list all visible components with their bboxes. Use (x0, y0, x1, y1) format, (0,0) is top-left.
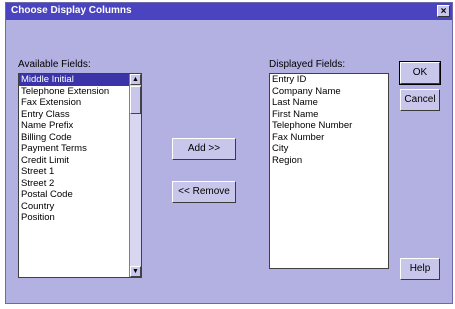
list-item[interactable]: Fax Extension (19, 97, 141, 109)
available-fields-label: Available Fields: (18, 59, 91, 70)
list-item[interactable]: First Name (270, 109, 388, 121)
choose-display-columns-dialog: Choose Display Columns × Available Field… (5, 2, 453, 304)
list-item[interactable]: Position (19, 212, 141, 224)
list-item[interactable]: Fax Number (270, 132, 388, 144)
add-button[interactable]: Add >> (172, 138, 236, 160)
list-item[interactable]: Street 2 (19, 178, 141, 190)
scroll-up-button[interactable]: ▲ (130, 74, 141, 85)
list-item[interactable]: Street 1 (19, 166, 141, 178)
close-button[interactable]: × (437, 5, 450, 17)
remove-button[interactable]: << Remove (172, 181, 236, 203)
displayed-fields-label: Displayed Fields: (269, 59, 346, 70)
scroll-down-button[interactable]: ▼ (130, 266, 141, 277)
title-bar: Choose Display Columns × (6, 3, 452, 20)
list-item[interactable]: Region (270, 155, 388, 167)
list-item[interactable]: Entry Class (19, 109, 141, 121)
list-item[interactable]: Middle Initial (19, 74, 141, 86)
displayed-fields-list[interactable]: Entry ID Company Name Last Name First Name T… (269, 73, 389, 269)
dialog-title: Choose Display Columns (11, 5, 132, 16)
list-item[interactable]: Billing Code (19, 132, 141, 144)
displayed-fields-items: Entry ID Company Name Last Name First Name T… (270, 74, 388, 166)
list-item[interactable]: Last Name (270, 97, 388, 109)
scroll-thumb[interactable] (130, 86, 141, 114)
cancel-button[interactable]: Cancel (400, 89, 440, 111)
available-fields-scrollbar[interactable]: ▲ ▼ (129, 74, 141, 277)
help-button[interactable]: Help (400, 258, 440, 280)
available-fields-list[interactable]: Middle Initial Telephone Extension Fax Ext… (18, 73, 142, 278)
available-fields-items: Middle Initial Telephone Extension Fax Ext… (19, 74, 141, 224)
list-item[interactable]: Payment Terms (19, 143, 141, 155)
list-item[interactable]: Country (19, 201, 141, 213)
list-item[interactable]: Postal Code (19, 189, 141, 201)
list-item[interactable]: Telephone Number (270, 120, 388, 132)
list-item[interactable]: Company Name (270, 86, 388, 98)
list-item[interactable]: Telephone Extension (19, 86, 141, 98)
list-item[interactable]: Credit Limit (19, 155, 141, 167)
ok-button[interactable]: OK (399, 61, 441, 85)
list-item[interactable]: Entry ID (270, 74, 388, 86)
list-item[interactable]: City (270, 143, 388, 155)
list-item[interactable]: Name Prefix (19, 120, 141, 132)
